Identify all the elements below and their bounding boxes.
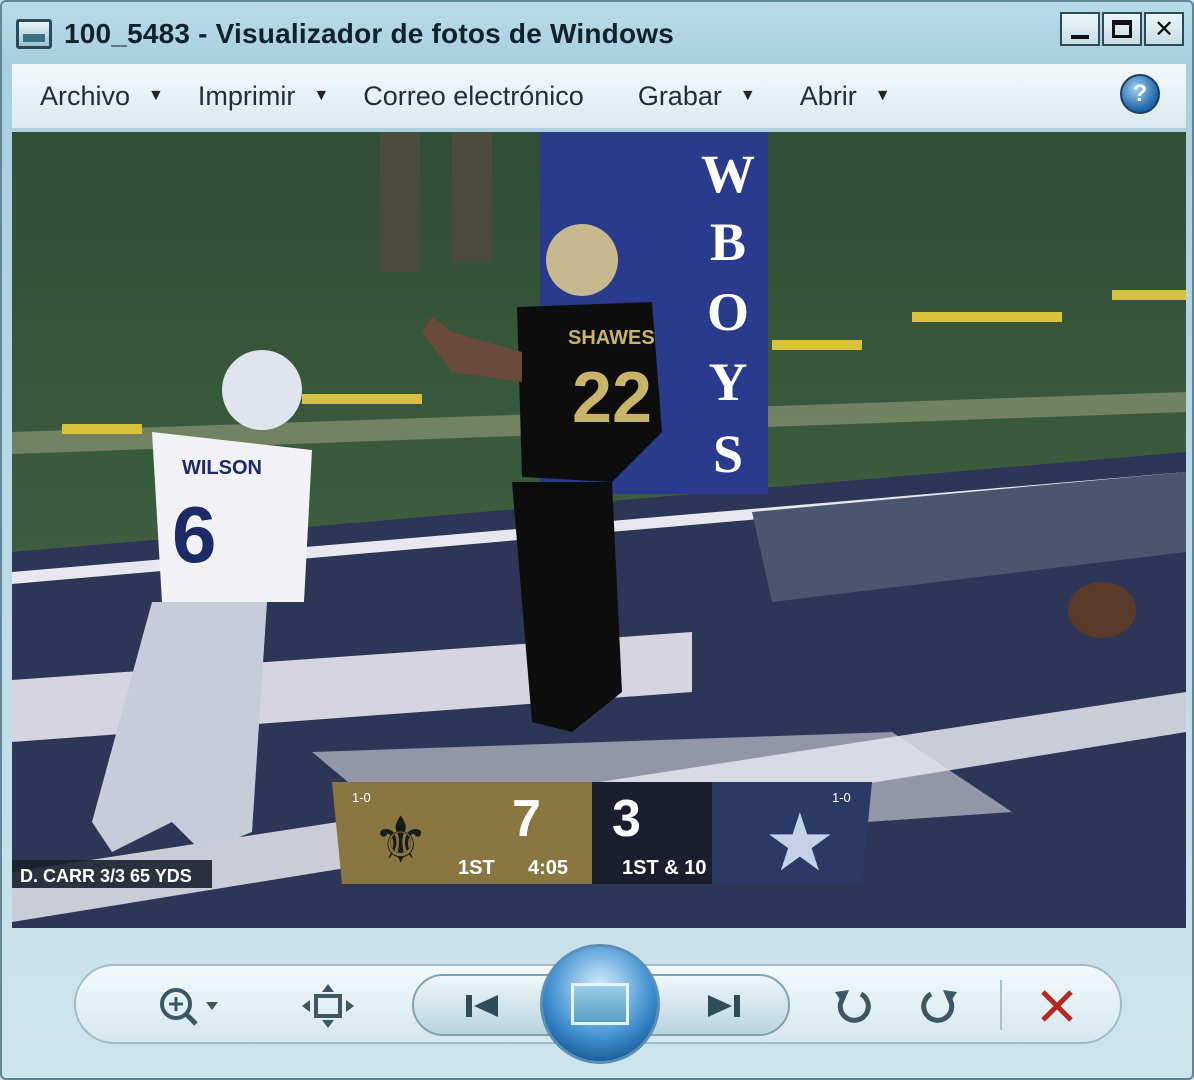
home-record: 1-0 xyxy=(352,790,371,805)
chevron-down-icon: ▼ xyxy=(148,87,164,104)
pylon-letter: S xyxy=(713,424,743,484)
pylon-letter: B xyxy=(710,212,746,272)
chevron-down-icon: ▼ xyxy=(739,87,756,104)
maximize-icon xyxy=(1112,20,1132,38)
rotate-ccw-icon xyxy=(835,990,871,1023)
player-right-number: 22 xyxy=(572,358,652,438)
pylon-letter: Y xyxy=(709,352,748,412)
bottom-toolbar xyxy=(74,944,1122,1064)
zoom-icon xyxy=(160,988,218,1026)
next-icon xyxy=(708,995,740,1017)
player-right-name: SHAWES xyxy=(568,327,655,349)
rotate-cw-icon xyxy=(921,990,957,1023)
menu-imprimir-label: Imprimir xyxy=(197,80,296,111)
menu-correo[interactable]: Correo electrónico xyxy=(363,81,584,112)
delete-button[interactable] xyxy=(1032,982,1082,1030)
minimize-icon xyxy=(1071,35,1089,39)
previous-icon xyxy=(466,995,498,1017)
photo-viewer-app-icon xyxy=(16,19,52,49)
player-left-number: 6 xyxy=(172,490,217,579)
slideshow-button[interactable] xyxy=(540,944,660,1064)
rotate-right-button[interactable] xyxy=(914,984,964,1028)
chevron-down-icon: ▼ xyxy=(874,87,891,104)
menu-bar: Archivo ▼ Imprimir ▼ Correo electrónico … xyxy=(12,64,1186,128)
window-title: 100_5483 - Visualizador de fotos de Wind… xyxy=(64,18,675,49)
help-button[interactable]: ? xyxy=(1120,74,1160,114)
fleur-de-lis-logo: ⚜ xyxy=(372,804,429,878)
menu-abrir[interactable]: Abrir ▼ xyxy=(800,81,891,112)
player-left-name: WILSON xyxy=(182,457,262,479)
close-window-button[interactable]: ✕ xyxy=(1144,12,1184,46)
menu-imprimir[interactable]: Imprimir ▼ xyxy=(198,81,329,112)
title-bar: 100_5483 - Visualizador de fotos de Wind… xyxy=(6,6,1188,62)
menu-correo-label: Correo electrónico xyxy=(363,80,584,111)
menu-grabar[interactable]: Grabar ▼ xyxy=(638,81,756,112)
down-distance: 1ST & 10 xyxy=(622,857,706,879)
photo-display: W B O Y S 22 SHAWES 6 WILSON 7 3 1ST 4:0… xyxy=(12,132,1186,928)
actual-size-button[interactable] xyxy=(302,984,354,1028)
help-icon: ? xyxy=(1132,80,1148,107)
menu-grabar-label: Grabar xyxy=(637,80,722,111)
photo-viewer-window: 100_5483 - Visualizador de fotos de Wind… xyxy=(0,0,1194,1080)
chevron-down-icon: ▼ xyxy=(313,87,330,104)
zoom-button[interactable] xyxy=(154,984,224,1028)
stat-caption: D. CARR 3/3 65 YDS xyxy=(20,866,192,886)
football-photo: W B O Y S 22 SHAWES 6 WILSON 7 3 1ST 4:0… xyxy=(12,132,1186,928)
pylon-letter: W xyxy=(701,144,755,204)
away-score: 3 xyxy=(612,790,641,848)
maximize-button[interactable] xyxy=(1102,12,1142,46)
delete-icon xyxy=(1041,990,1073,1022)
next-button[interactable] xyxy=(694,986,754,1026)
menu-abrir-label: Abrir xyxy=(799,80,857,111)
menu-archivo-label: Archivo xyxy=(40,80,131,111)
window-controls: ✕ xyxy=(1060,12,1184,46)
menu-archivo[interactable]: Archivo ▼ xyxy=(40,81,164,112)
previous-button[interactable] xyxy=(452,986,512,1026)
toolbar-separator xyxy=(1000,980,1002,1030)
minimize-button[interactable] xyxy=(1060,12,1100,46)
close-icon: ✕ xyxy=(1153,15,1175,43)
rotate-left-button[interactable] xyxy=(828,984,878,1028)
scoreboard: 7 3 1ST 4:05 1ST & 10 1-0 1-0 ⚜ ★ xyxy=(332,782,872,889)
home-score: 7 xyxy=(512,790,541,848)
actual-size-icon xyxy=(302,984,354,1028)
pylon-letter: O xyxy=(707,282,749,342)
star-logo: ★ xyxy=(764,796,836,889)
quarter: 1ST xyxy=(458,857,495,879)
slideshow-icon xyxy=(571,983,629,1025)
game-clock: 4:05 xyxy=(528,857,568,879)
